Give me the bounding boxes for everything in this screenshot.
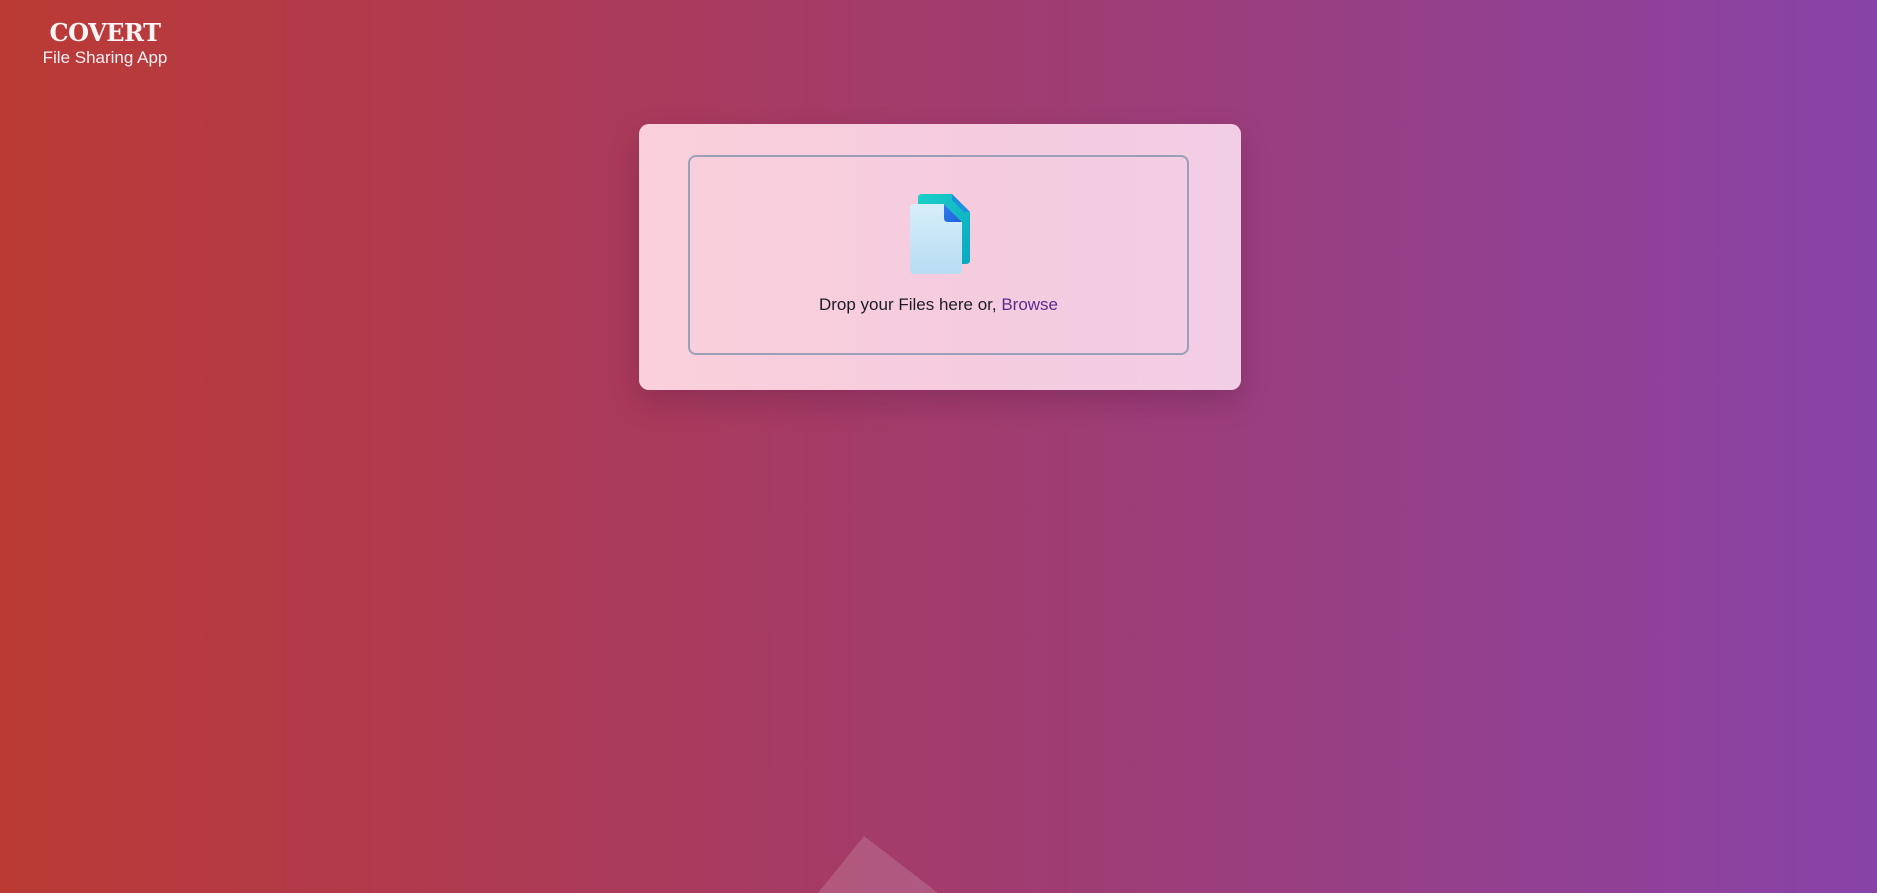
drop-prompt-text: Drop your Files here or, <box>818 295 1002 314</box>
file-icon <box>910 194 970 274</box>
browse-link[interactable]: Browse <box>1001 295 1058 314</box>
drop-instructions: Drop your Files here or, Browse <box>690 295 1187 315</box>
brand-subtitle: File Sharing App <box>42 48 168 67</box>
upload-card: Drop your Files here or, Browse <box>639 124 1241 390</box>
brand-title: COVERT <box>49 18 161 47</box>
brand-logo: COVERT File Sharing App <box>38 18 172 68</box>
decorative-triangle <box>818 836 938 893</box>
file-drop-zone[interactable]: Drop your Files here or, Browse <box>688 155 1189 355</box>
